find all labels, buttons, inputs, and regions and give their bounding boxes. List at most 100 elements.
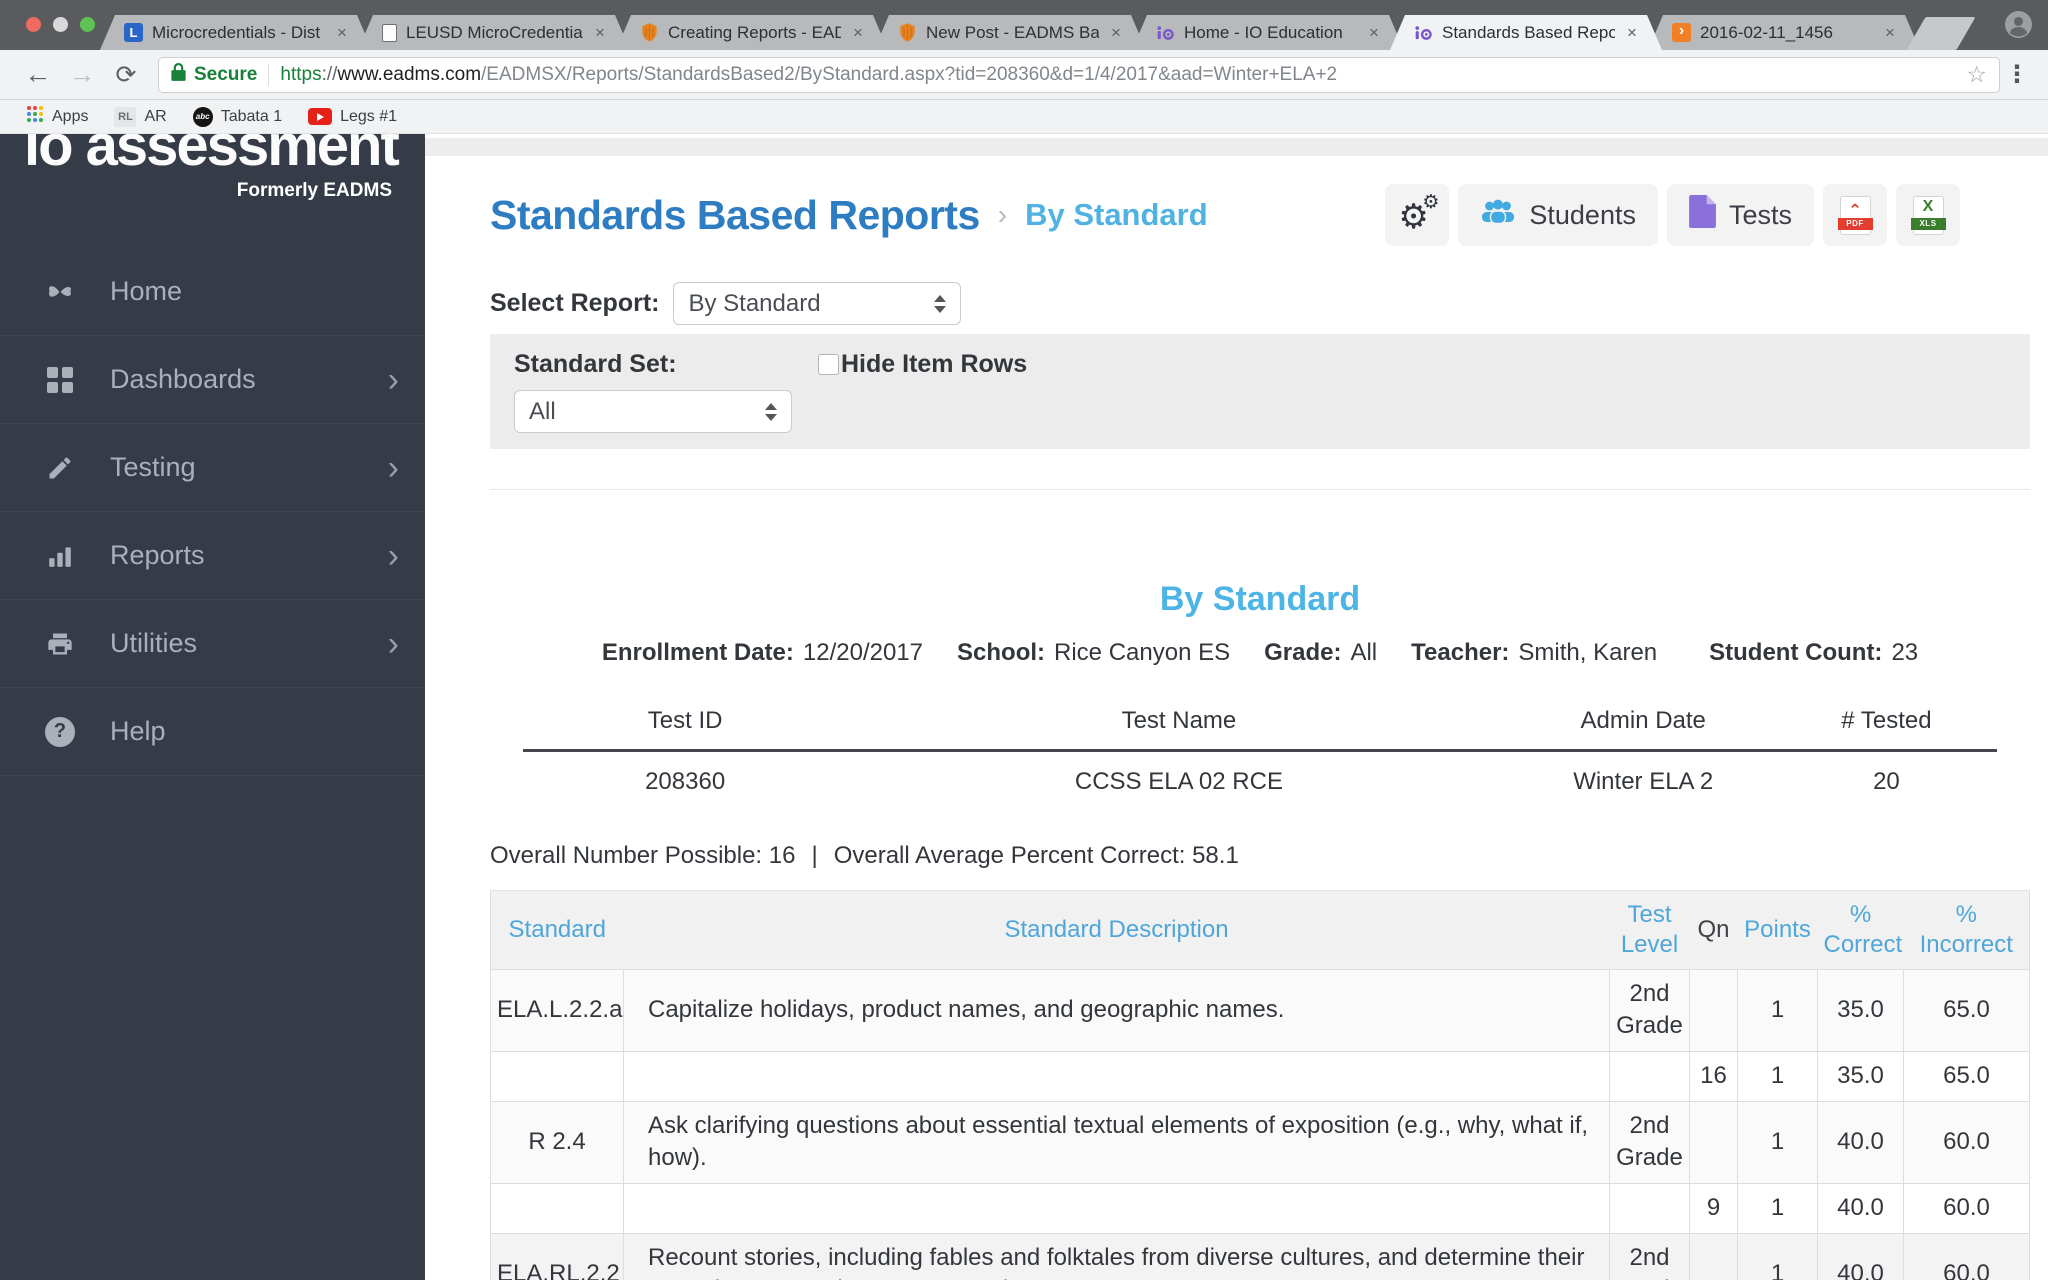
section-divider	[490, 489, 2030, 490]
tab-creating-reports[interactable]: Creating Reports - EAD	[616, 15, 888, 50]
test-level: 2nd Grade	[1609, 1100, 1690, 1184]
info-label: Grade:	[1264, 639, 1342, 666]
shield-icon	[640, 23, 659, 42]
divider: |	[811, 842, 818, 869]
pencil-icon	[44, 454, 76, 482]
qn	[1689, 1100, 1738, 1184]
youtube-icon	[308, 108, 333, 125]
close-icon[interactable]	[1624, 24, 1640, 41]
col-standard[interactable]: Standard	[490, 890, 624, 970]
sidebar-item-reports[interactable]: Reports	[0, 512, 425, 600]
close-window-button[interactable]	[26, 17, 41, 32]
pct-incorrect: 60.0	[1903, 1182, 2030, 1234]
lock-icon	[171, 62, 186, 87]
pct-incorrect: 65.0	[1903, 969, 2030, 1052]
hide-item-rows-checkbox[interactable]	[818, 353, 839, 375]
main-content: Standards Based Reports › By Standard St…	[425, 134, 2048, 1280]
tab-title: Home - IO Education	[1184, 22, 1343, 42]
window-controls[interactable]	[26, 17, 95, 32]
sidebar-item-help[interactable]: Help	[0, 688, 425, 776]
tab-standards-based-reports[interactable]: Standards Based Repo	[1390, 15, 1662, 50]
url-path: /EADMSX/Reports/StandardsBased2/ByStanda…	[481, 63, 1338, 85]
tab-microcredentials[interactable]: Microcredentials - Dist	[100, 15, 372, 50]
tests-button[interactable]: Tests	[1666, 184, 1814, 246]
close-icon[interactable]	[592, 24, 608, 41]
close-icon[interactable]	[1366, 24, 1382, 41]
address-bar[interactable]: Secure https://www.eadms.com/EADMSX/Repo…	[158, 56, 2000, 93]
settings-button[interactable]	[1385, 184, 1450, 246]
close-icon[interactable]	[850, 24, 866, 41]
bookmark-ar[interactable]: AR	[108, 106, 172, 127]
forward-button[interactable]	[60, 59, 104, 90]
sidebar-item-home[interactable]: Home	[0, 248, 425, 336]
dashboard-grid-icon	[44, 366, 76, 393]
bookmark-label: Legs #1	[340, 107, 398, 125]
standard-set-dropdown[interactable]: All	[514, 390, 792, 433]
sidebar-item-label: Testing	[110, 452, 196, 482]
divider	[268, 63, 270, 86]
select-report-label: Select Report:	[490, 289, 660, 317]
export-excel-button[interactable]: XLS	[1896, 184, 1960, 246]
select-report-dropdown[interactable]: By Standard	[673, 282, 962, 325]
sidebar-menu: Home Dashboards Testing Reports Utilitie…	[0, 248, 425, 776]
tab-title: Standards Based Repo	[1442, 22, 1615, 42]
close-icon[interactable]	[1108, 24, 1124, 41]
info-value: 12/20/2017	[802, 639, 924, 666]
col-test-level[interactable]: Test Level	[1609, 890, 1690, 970]
pct-incorrect: 60.0	[1903, 1232, 2030, 1280]
col-num-tested: # Tested	[1775, 707, 1997, 752]
col-points[interactable]: Points	[1737, 890, 1818, 970]
profile-avatar-icon[interactable]	[2005, 11, 2032, 43]
new-tab-button[interactable]	[1906, 17, 1976, 50]
points: 1	[1737, 1050, 1818, 1102]
grade: Grade: All	[1264, 639, 1377, 667]
bookmark-star-icon[interactable]	[1966, 61, 1987, 88]
url-host: www.eadms.com	[337, 63, 482, 85]
standard-set-label: Standard Set:	[514, 349, 677, 378]
page-title: Standards Based Reports	[490, 191, 980, 238]
standard-description	[623, 1050, 1610, 1102]
tab-2016-02-11[interactable]: 2016-02-11_1456	[1648, 15, 1920, 50]
pct-incorrect: 60.0	[1903, 1100, 2030, 1184]
logo-subtitle: Formerly EADMS	[236, 180, 392, 201]
pct-correct: 40.0	[1817, 1182, 1904, 1234]
bookmark-tabata[interactable]: Tabata 1	[187, 106, 288, 127]
sidebar-item-utilities[interactable]: Utilities	[0, 600, 425, 688]
col-pct-correct[interactable]: % Correct	[1817, 890, 1904, 970]
export-pdf-button[interactable]: PDF	[1823, 184, 1887, 246]
info-label: Enrollment Date:	[601, 639, 794, 666]
school: School: Rice Canyon ES	[957, 639, 1230, 667]
tests-icon	[1689, 195, 1716, 235]
close-icon[interactable]	[1882, 24, 1898, 41]
col-qn: Qn	[1689, 890, 1738, 970]
tab-new-post[interactable]: New Post - EADMS Bas	[874, 15, 1146, 50]
zoom-window-button[interactable]	[80, 17, 95, 32]
qn-link[interactable]: 9	[1689, 1182, 1738, 1234]
close-icon[interactable]	[334, 24, 350, 41]
col-standard-description[interactable]: Standard Description	[623, 890, 1610, 970]
sidebar-item-dashboards[interactable]: Dashboards	[0, 336, 425, 424]
col-test-id: Test ID	[523, 707, 848, 752]
reload-button[interactable]	[104, 59, 148, 90]
standard-row: R 2.4 Ask clarifying questions about ess…	[490, 1100, 2030, 1184]
tab-home-io-education[interactable]: Home - IO Education	[1132, 15, 1404, 50]
select-report-value: By Standard	[688, 289, 821, 317]
qn-link[interactable]: 16	[1689, 1050, 1738, 1102]
breadcrumb-separator: ›	[997, 199, 1008, 230]
sidebar-item-testing[interactable]: Testing	[0, 424, 425, 512]
minimize-window-button[interactable]	[53, 17, 68, 32]
pct-incorrect: 65.0	[1903, 1050, 2030, 1102]
col-pct-incorrect[interactable]: % Incorrect	[1903, 890, 2030, 970]
test-id: 208360	[645, 768, 726, 795]
excel-icon: XLS	[1910, 195, 1946, 235]
bookmark-legs[interactable]: Legs #1	[302, 108, 403, 126]
report-heading: By Standard	[1159, 580, 1361, 618]
browser-menu-icon[interactable]	[2000, 60, 2034, 89]
tab-leusd-microcredentials[interactable]: LEUSD MicroCredentia	[358, 15, 630, 50]
back-button[interactable]	[16, 59, 60, 90]
butterfly-icon	[44, 280, 76, 304]
bookmark-apps[interactable]: Apps	[20, 105, 94, 128]
students-button[interactable]: Students	[1458, 184, 1658, 246]
points: 1	[1737, 1232, 1818, 1280]
abc-icon	[192, 106, 213, 127]
